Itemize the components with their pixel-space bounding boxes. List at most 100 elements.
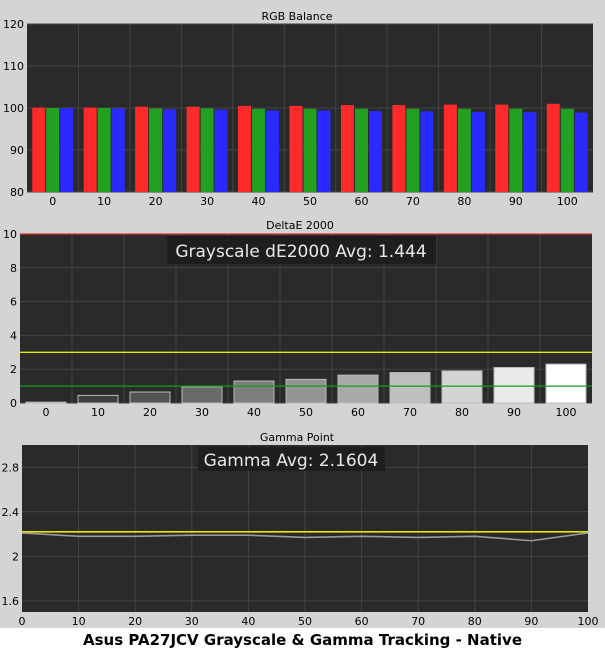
deltae-bar xyxy=(233,380,275,404)
deltae-xtick-label: 10 xyxy=(91,406,105,419)
rgb-ytick-label: 80 xyxy=(10,186,24,199)
rgb-bar-green xyxy=(252,108,266,192)
rgb-bar-red xyxy=(186,106,200,192)
rgb-bar-green xyxy=(509,108,523,192)
rgb-bar-red xyxy=(443,104,457,192)
gamma-xtick-label: 30 xyxy=(185,615,199,628)
rgb-bar-blue xyxy=(266,110,280,192)
rgb-ytick-label: 100 xyxy=(3,102,24,115)
gamma-ytick-label: 2.4 xyxy=(2,506,20,519)
rgb-bar-red xyxy=(32,107,46,192)
rgb-balance-panel: RGB Balance 80 90 100 110 120 0 10 20 30 40 50 60 7… xyxy=(3,10,593,208)
rgb-xtick-label: 50 xyxy=(303,195,317,208)
rgb-bar-red xyxy=(289,105,303,192)
gamma-xtick-label: 100 xyxy=(578,615,599,628)
rgb-bar-blue xyxy=(471,111,485,192)
rgb-ytick-label: 120 xyxy=(3,18,24,31)
gamma-ytick-label: 2.8 xyxy=(2,461,20,474)
deltae-panel: DeltaE 2000 0 2 4 6 8 10 0 10 20 30 40 50 60 70 80 90 1… xyxy=(3,219,592,419)
rgb-bar-blue xyxy=(163,109,177,192)
rgb-balance-title: RGB Balance xyxy=(261,10,332,23)
deltae-xtick-label: 100 xyxy=(556,406,577,419)
deltae-ytick-label: 8 xyxy=(10,262,17,275)
gamma-xtick-label: 10 xyxy=(72,615,86,628)
rgb-bar-blue xyxy=(574,112,588,192)
rgb-bar-red xyxy=(83,107,97,192)
deltae-bar xyxy=(25,401,67,404)
rgb-xtick-label: 0 xyxy=(49,195,56,208)
rgb-bar-red xyxy=(238,105,252,192)
rgb-bar-green xyxy=(46,108,60,192)
rgb-bar-green xyxy=(560,108,574,192)
rgb-bar-green xyxy=(200,108,214,192)
rgb-ytick-label: 110 xyxy=(3,60,24,73)
rgb-xtick-label: 40 xyxy=(252,195,266,208)
gamma-title: Gamma Point xyxy=(260,431,335,444)
gamma-xtick-label: 20 xyxy=(128,615,142,628)
deltae-ytick-label: 4 xyxy=(10,329,17,342)
rgb-bar-green xyxy=(97,108,111,192)
deltae-ytick-label: 6 xyxy=(10,296,17,309)
gamma-xtick-label: 60 xyxy=(355,615,369,628)
rgb-xtick-label: 100 xyxy=(557,195,578,208)
rgb-xtick-label: 70 xyxy=(406,195,420,208)
gamma-xtick-label: 90 xyxy=(524,615,538,628)
rgb-bar-blue xyxy=(214,109,228,192)
rgb-bar-green xyxy=(303,108,317,192)
rgb-bar-green xyxy=(457,108,471,192)
deltae-bar xyxy=(545,363,587,404)
deltae-bar xyxy=(493,367,535,404)
rgb-xtick-label: 60 xyxy=(354,195,368,208)
deltae-bar xyxy=(129,391,171,404)
deltae-xtick-label: 30 xyxy=(195,406,209,419)
rgb-bar-blue xyxy=(420,111,434,192)
deltae-bar xyxy=(337,374,379,404)
rgb-bar-red xyxy=(135,106,149,192)
deltae-xtick-label: 40 xyxy=(247,406,261,419)
deltae-xtick-label: 80 xyxy=(455,406,469,419)
deltae-ytick-label: 0 xyxy=(10,397,17,410)
rgb-xtick-label: 90 xyxy=(509,195,523,208)
deltae-annotation: Grayscale dE2000 Avg: 1.444 xyxy=(175,242,426,262)
deltae-xtick-label: 70 xyxy=(403,406,417,419)
rgb-xtick-label: 20 xyxy=(149,195,163,208)
deltae-title: DeltaE 2000 xyxy=(266,219,334,232)
gamma-xtick-label: 50 xyxy=(298,615,312,628)
deltae-xtick-label: 20 xyxy=(143,406,157,419)
rgb-bar-blue xyxy=(368,110,382,192)
deltae-bar xyxy=(389,372,431,404)
deltae-ytick-label: 2 xyxy=(10,363,17,376)
rgb-bar-blue xyxy=(111,108,125,192)
gamma-ytick-label: 2 xyxy=(12,550,19,563)
rgb-bar-green xyxy=(354,108,368,192)
gamma-xtick-label: 70 xyxy=(411,615,425,628)
deltae-bar xyxy=(77,394,119,404)
rgb-bar-red xyxy=(340,105,354,192)
gamma-annotation: Gamma Avg: 2.1604 xyxy=(204,451,379,471)
gamma-xtick-label: 40 xyxy=(241,615,255,628)
deltae-xtick-label: 0 xyxy=(43,406,50,419)
deltae-xtick-label: 50 xyxy=(299,406,313,419)
deltae-ytick-label: 10 xyxy=(3,228,17,241)
gamma-xtick-label: 80 xyxy=(468,615,482,628)
rgb-bar-blue xyxy=(60,108,74,192)
deltae-bar xyxy=(285,378,327,404)
rgb-bar-red xyxy=(495,104,509,192)
deltae-bar xyxy=(441,370,483,404)
rgb-bar-red xyxy=(392,105,406,192)
rgb-bar-blue xyxy=(317,110,331,192)
figure-caption: Asus PA27JCV Grayscale & Gamma Tracking … xyxy=(0,628,605,652)
gamma-panel: Gamma Point 1.6 2 2.4 2.8 0 10 20 30 40 50 60 70 80… xyxy=(2,431,599,628)
deltae-xtick-label: 90 xyxy=(507,406,521,419)
rgb-ytick-label: 90 xyxy=(10,144,24,157)
rgb-xtick-label: 10 xyxy=(97,195,111,208)
rgb-bar-blue xyxy=(523,112,537,192)
charts-figure: RGB Balance 8090100110120 0 10 20 30 40 50 60 7… xyxy=(2,10,599,628)
gamma-ytick-label: 1.6 xyxy=(2,595,20,608)
deltae-xtick-label: 60 xyxy=(351,406,365,419)
deltae-bar xyxy=(181,386,223,404)
rgb-xtick-label: 30 xyxy=(200,195,214,208)
gamma-xtick-label: 0 xyxy=(19,615,26,628)
rgb-xtick-label: 80 xyxy=(457,195,471,208)
rgb-bar-green xyxy=(406,108,420,192)
